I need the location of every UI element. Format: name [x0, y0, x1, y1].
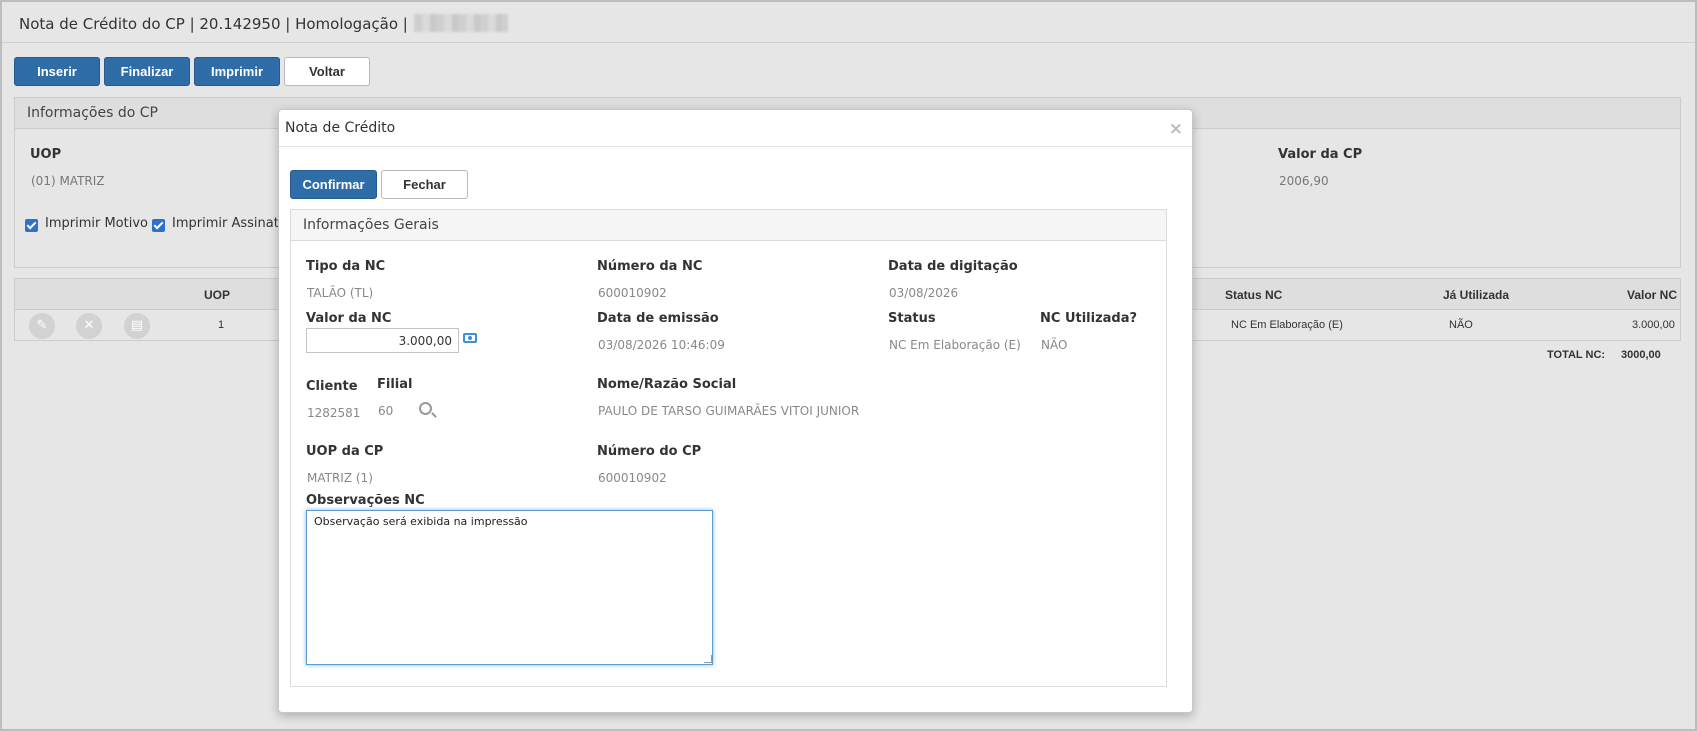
imprimir-assinatura-label: Imprimir Assinatu — [172, 216, 288, 231]
informacoes-gerais-header: Informações Gerais — [291, 210, 1166, 241]
search-icon[interactable] — [419, 402, 432, 415]
data-digitacao-value: 03/08/2026 — [889, 286, 959, 300]
voltar-button[interactable]: Voltar — [284, 57, 370, 86]
edit-icon[interactable]: ✎ — [29, 313, 55, 339]
nc-utilizada-label: NC Utilizada? — [1040, 311, 1138, 326]
imprimir-motivo-label: Imprimir Motivo — [45, 216, 148, 231]
uop-value: (01) MATRIZ — [31, 174, 105, 188]
nome-razao-value: PAULO DE TARSO GUIMARÃES VITOI JUNIOR — [598, 404, 860, 418]
row-uop: 1 — [218, 319, 225, 331]
valor-cp-label: Valor da CP — [1278, 147, 1363, 162]
total-nc-label: TOTAL NC: — [1547, 349, 1606, 361]
numero-cp-label: Número do CP — [597, 444, 702, 459]
page-title: Nota de Crédito do CP | 20.142950 | Homo… — [19, 14, 508, 33]
status-value: NC Em Elaboração (E) — [889, 338, 1021, 352]
uop-cp-value: MATRIZ (1) — [307, 471, 373, 485]
row-ja-utilizada: NÃO — [1449, 319, 1473, 331]
redacted-user — [413, 14, 508, 32]
row-valor: 3.000,00 — [1632, 319, 1675, 331]
valor-cp-value: 2006,90 — [1279, 174, 1329, 188]
col-header-uop: UOP — [204, 288, 231, 302]
tipo-nc-label: Tipo da NC — [306, 259, 386, 274]
money-icon[interactable] — [463, 333, 477, 343]
col-header-status: Status NC — [1225, 288, 1283, 302]
pdf-icon[interactable]: ▤ — [124, 313, 150, 339]
fechar-button[interactable]: Fechar — [381, 170, 468, 199]
nc-utilizada-value: NÃO — [1041, 338, 1068, 352]
close-icon[interactable]: × — [1169, 119, 1183, 139]
row-status: NC Em Elaboração (E) — [1231, 319, 1343, 331]
data-emissao-value: 03/08/2026 10:46:09 — [598, 338, 725, 352]
filial-value: 60 — [378, 404, 394, 418]
col-header-ja-utilizada: Já Utilizada — [1443, 288, 1510, 302]
filial-label: Filial — [377, 377, 413, 392]
numero-nc-value: 600010902 — [598, 286, 667, 300]
nota-credito-modal: Nota de Crédito × Confirmar Fechar Infor… — [278, 109, 1193, 713]
uop-cp-label: UOP da CP — [306, 444, 384, 459]
finalizar-button[interactable]: Finalizar — [104, 57, 190, 86]
tipo-nc-value: TALÃO (TL) — [307, 286, 374, 300]
confirmar-button[interactable]: Confirmar — [290, 170, 377, 199]
resize-handle[interactable] — [704, 655, 712, 663]
uop-label: UOP — [30, 147, 62, 162]
modal-title: Nota de Crédito — [285, 120, 396, 136]
total-nc-value: 3000,00 — [1621, 349, 1661, 361]
numero-cp-value: 600010902 — [598, 471, 667, 485]
col-header-valor: Valor NC — [1627, 288, 1678, 302]
delete-icon[interactable]: ✕ — [76, 313, 102, 339]
numero-nc-label: Número da NC — [597, 259, 703, 274]
status-label: Status — [888, 311, 936, 326]
inserir-button[interactable]: Inserir — [14, 57, 100, 86]
valor-nc-label: Valor da NC — [306, 311, 392, 326]
data-emissao-label: Data de emissão — [597, 311, 719, 326]
observacoes-label: Observações NC — [306, 493, 425, 508]
observacoes-textarea[interactable]: Observação será exibida na impressão — [306, 510, 713, 665]
imprimir-button[interactable]: Imprimir — [194, 57, 280, 86]
valor-nc-input[interactable] — [306, 328, 459, 353]
modal-header-divider — [279, 146, 1192, 147]
cliente-label: Cliente — [306, 379, 358, 394]
imprimir-assinatura-checkbox[interactable] — [152, 219, 165, 232]
imprimir-motivo-checkbox[interactable] — [25, 219, 38, 232]
nome-razao-label: Nome/Razão Social — [597, 377, 737, 392]
cliente-value: 1282581 — [307, 406, 361, 420]
data-digitacao-label: Data de digitação — [888, 259, 1018, 274]
header-divider — [2, 42, 1695, 43]
